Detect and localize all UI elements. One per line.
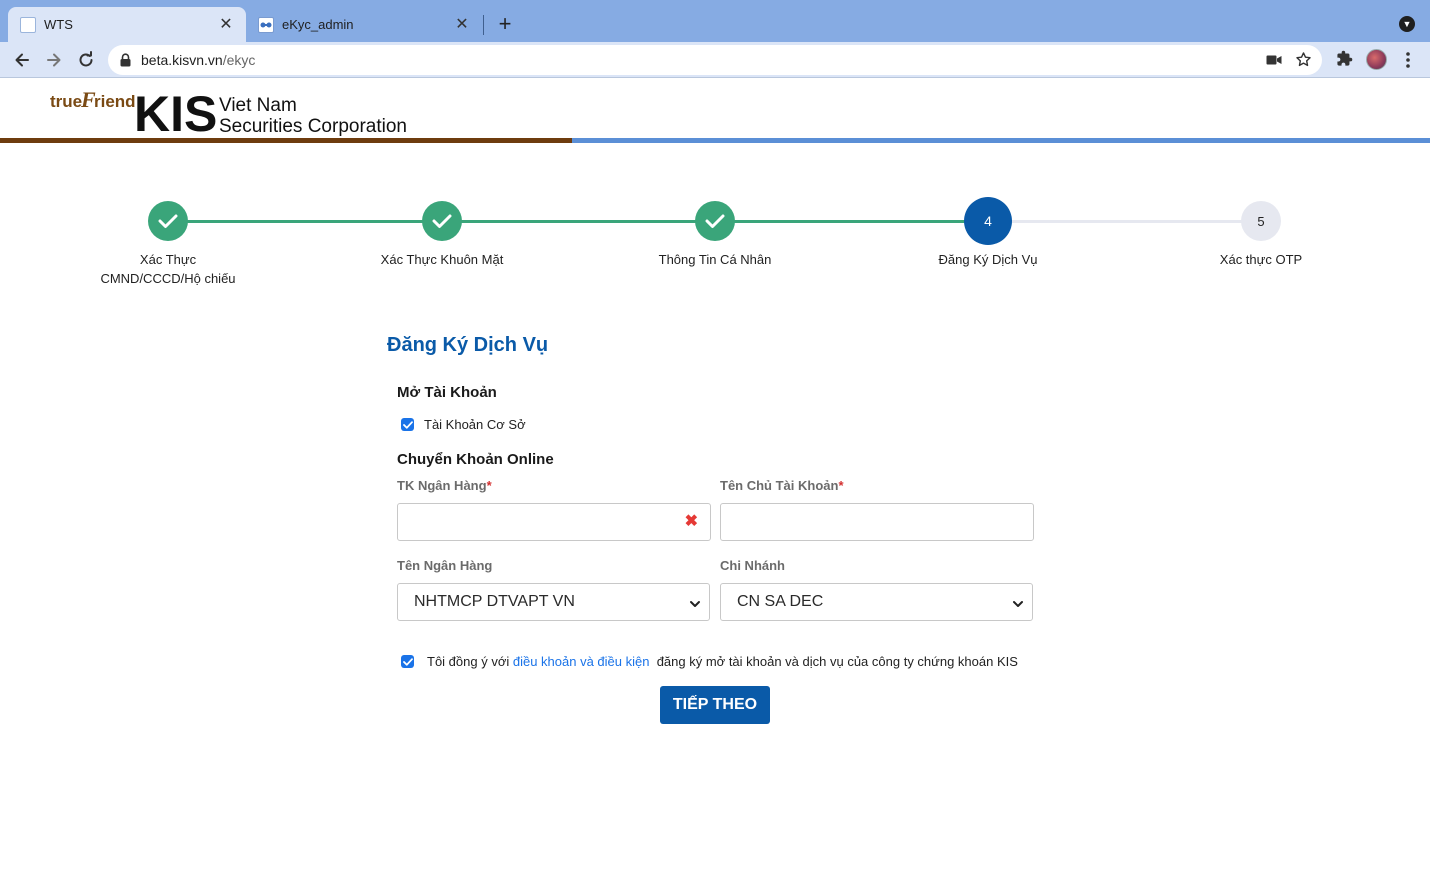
account-holder-label-text: Tên Chủ Tài Khoản xyxy=(720,478,839,493)
tab-title: eKyc_admin xyxy=(282,17,354,32)
chevron-down-icon xyxy=(1012,597,1024,615)
required-mark: * xyxy=(838,478,844,493)
url-host: beta.kisvn.vn xyxy=(141,52,223,68)
bank-account-label-text: TK Ngân Hàng xyxy=(397,478,487,493)
svg-text:true: true xyxy=(50,92,82,111)
header-accent-bar-blue xyxy=(572,138,1430,143)
step-number: 4 xyxy=(964,197,1012,245)
close-tab-icon[interactable]: ✕ xyxy=(218,16,234,33)
step-4: 4 Đăng Ký Dịch Vụ xyxy=(888,196,1088,269)
branch-label: Chi Nhánh xyxy=(720,558,785,573)
step-5: 5 Xác thực OTP xyxy=(1161,196,1361,269)
terms-link[interactable]: điều khoản và điều kiện xyxy=(513,654,650,669)
profile-avatar[interactable] xyxy=(1366,49,1387,70)
step-3: Thông Tin Cá Nhân xyxy=(615,196,815,269)
check-icon xyxy=(695,201,735,241)
step-number: 5 xyxy=(1241,201,1281,241)
branch-select[interactable]: CN SA DEC xyxy=(720,583,1033,621)
step-label: Thông Tin Cá Nhân xyxy=(658,252,772,267)
step-1: Xác Thực CMND/CCCD/Hộ chiếu xyxy=(68,196,268,288)
check-icon xyxy=(148,201,188,241)
agree-suffix: đăng ký mở tài khoản và dịch vụ của công… xyxy=(656,654,1018,669)
forward-arrow-icon[interactable] xyxy=(42,48,66,72)
header-accent-bar-brown xyxy=(0,138,572,143)
browser-tab-strip: WTS ✕ eKyc_admin ✕ + ▼ xyxy=(0,0,1430,42)
tab-ekyc-admin[interactable]: eKyc_admin ✕ xyxy=(246,7,482,42)
reload-icon[interactable] xyxy=(74,48,98,72)
step-label: Xác Thực CMND/CCCD/Hộ chiếu xyxy=(100,252,236,286)
svg-text:Securities Corporation: Securities Corporation xyxy=(219,116,407,136)
step-label: Xác Thực Khuôn Mặt xyxy=(380,252,504,267)
bank-account-input[interactable]: ✖ xyxy=(397,503,711,541)
tab-separator xyxy=(483,15,484,35)
account-holder-label: Tên Chủ Tài Khoản* xyxy=(720,478,844,493)
browser-menu-icon[interactable] xyxy=(1401,51,1415,69)
form-title: Đăng Ký Dịch Vụ xyxy=(387,334,549,356)
required-mark: * xyxy=(486,478,492,493)
branch-value: CN SA DEC xyxy=(737,593,824,610)
account-holder-input[interactable] xyxy=(720,503,1034,541)
back-arrow-icon[interactable] xyxy=(10,48,34,72)
extensions-puzzle-icon[interactable] xyxy=(1336,50,1353,72)
new-tab-icon[interactable]: + xyxy=(493,12,517,36)
lock-icon[interactable] xyxy=(120,53,131,72)
address-bar[interactable]: beta.kisvn.vn/ekyc xyxy=(108,45,1322,75)
step-connector xyxy=(168,220,988,223)
camera-icon[interactable] xyxy=(1266,53,1282,71)
tab-title: WTS xyxy=(44,17,73,32)
browser-toolbar: beta.kisvn.vn/ekyc xyxy=(0,42,1430,78)
bank-account-label: TK Ngân Hàng* xyxy=(397,478,492,493)
online-transfer-section-title: Chuyển Khoản Online xyxy=(397,451,554,468)
agree-prefix: Tôi đồng ý với xyxy=(427,654,510,669)
site-header: true F riend KIS Viet Nam Securities Cor… xyxy=(0,79,1430,145)
check-icon xyxy=(422,201,462,241)
base-account-checkbox[interactable] xyxy=(401,418,414,431)
chevron-down-icon xyxy=(689,597,701,615)
open-account-section-title: Mở Tài Khoản xyxy=(397,384,497,401)
close-tab-icon[interactable]: ✕ xyxy=(454,16,470,33)
svg-text:riend: riend xyxy=(94,92,136,111)
url-path: /ekyc xyxy=(222,52,256,68)
clear-error-icon[interactable]: ✖ xyxy=(685,513,698,531)
ekyc-favicon-icon xyxy=(258,16,274,33)
agree-terms-checkbox[interactable] xyxy=(401,655,414,668)
svg-text:Viet Nam: Viet Nam xyxy=(219,95,297,116)
step-2: Xác Thực Khuôn Mặt xyxy=(342,196,542,269)
bank-name-select[interactable]: NHTMCP DTVAPT VN xyxy=(397,583,710,621)
progress-stepper: Xác Thực CMND/CCCD/Hộ chiếu Xác Thực Khu… xyxy=(0,196,1430,296)
base-account-label[interactable]: Tài Khoản Cơ Sở xyxy=(424,417,526,432)
step-label: Đăng Ký Dịch Vụ xyxy=(938,252,1038,267)
next-button[interactable]: TIẾP THEO xyxy=(660,686,770,724)
tab-search-icon[interactable]: ▼ xyxy=(1399,16,1415,32)
tab-wts[interactable]: WTS ✕ xyxy=(8,7,246,42)
wts-favicon-icon xyxy=(20,16,36,33)
kis-logo[interactable]: true F riend KIS Viet Nam Securities Cor… xyxy=(50,84,410,142)
bank-name-value: NHTMCP DTVAPT VN xyxy=(414,593,575,610)
svg-text:KIS: KIS xyxy=(134,86,217,136)
bank-name-label: Tên Ngân Hàng xyxy=(397,558,493,573)
url-text[interactable]: beta.kisvn.vn/ekyc xyxy=(141,52,255,68)
bookmark-star-icon[interactable] xyxy=(1295,51,1312,73)
agree-terms-text: Tôi đồng ý với điều khoản và điều kiện đ… xyxy=(427,654,1018,669)
step-label: Xác thực OTP xyxy=(1219,252,1303,267)
